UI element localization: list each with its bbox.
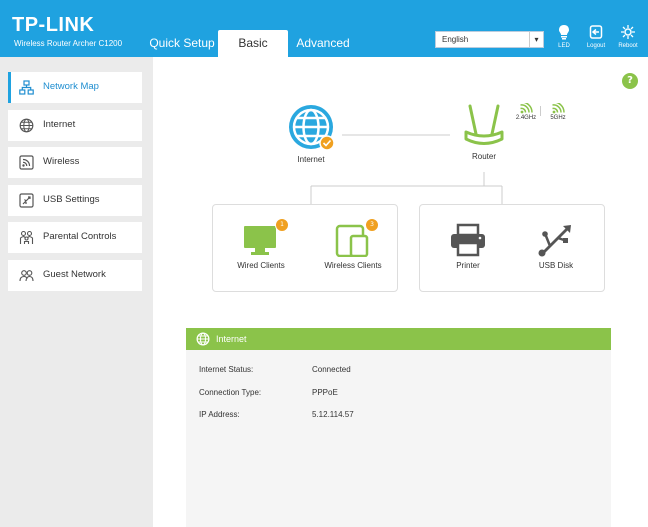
- internet-label: Internet: [297, 155, 325, 164]
- info-label: Internet Status:: [199, 365, 254, 374]
- wifi-icon: [552, 103, 565, 114]
- info-row-ip-address: IP Address: 5.12.114.57: [199, 410, 354, 419]
- usb-disk-label: USB Disk: [538, 261, 574, 270]
- usb-devices-box: Printer USB Disk: [419, 204, 605, 292]
- internet-node[interactable]: Internet: [283, 103, 339, 164]
- info-label: Connection Type:: [199, 388, 262, 397]
- wired-clients-label: Wired Clients: [237, 261, 285, 270]
- wireless-clients-node[interactable]: Wireless Clients 3: [313, 218, 393, 270]
- wired-clients-node[interactable]: Wired Clients 1: [225, 218, 297, 270]
- usb-icon: [538, 225, 571, 257]
- printer-icon: [451, 223, 485, 257]
- band-5ghz-label: 5GHz: [550, 115, 566, 121]
- wired-clients-count-badge: 1: [275, 218, 289, 232]
- panel-header: Internet: [186, 328, 611, 350]
- router-node[interactable]: Router: [452, 103, 516, 161]
- wireless-clients-count-badge: 3: [365, 218, 379, 232]
- info-row-status: Internet Status: Connected: [199, 365, 351, 374]
- info-label: IP Address:: [199, 410, 240, 419]
- printer-label: Printer: [456, 261, 480, 270]
- panel-title: Internet: [216, 334, 247, 344]
- globe-icon: [289, 105, 335, 151]
- info-value: Connected: [312, 365, 351, 374]
- internet-info-panel: Internet Internet Status: Connected Conn…: [186, 328, 611, 527]
- usb-disk-node[interactable]: USB Disk: [520, 223, 592, 270]
- band-divider: [540, 106, 541, 116]
- info-value: 5.12.114.57: [312, 410, 354, 419]
- wireless-clients-label: Wireless Clients: [324, 261, 382, 270]
- info-row-connection-type: Connection Type: PPPoE: [199, 388, 338, 397]
- globe-icon: [196, 332, 210, 346]
- router-icon: [464, 104, 504, 145]
- clients-box: Wired Clients 1 Wireless Clients 3: [212, 204, 398, 292]
- band-24ghz-label: 2.4GHz: [515, 115, 537, 121]
- band-5ghz-indicator: 5GHz: [544, 103, 572, 121]
- router-label: Router: [471, 152, 496, 161]
- band-24ghz-indicator: 2.4GHz: [512, 103, 540, 121]
- monitor-icon: [244, 226, 276, 255]
- wifi-icon: [520, 103, 533, 114]
- printer-node[interactable]: Printer: [432, 223, 504, 270]
- info-value: PPPoE: [312, 388, 338, 397]
